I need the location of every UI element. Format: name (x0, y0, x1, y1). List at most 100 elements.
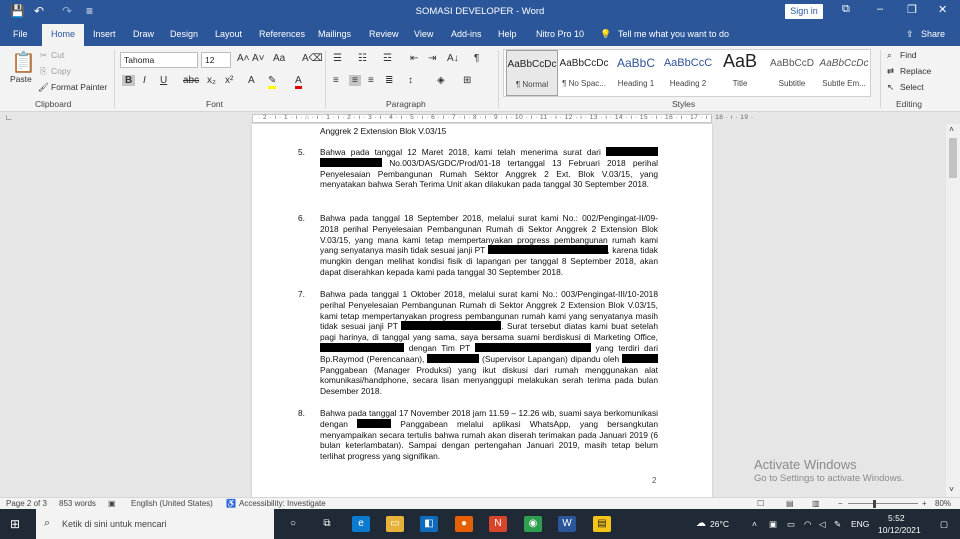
sign-in-button[interactable]: Sign in (785, 4, 823, 19)
style-subtitle[interactable]: AaBbCcD Subtitle (766, 50, 818, 96)
highlight-icon[interactable]: ✎ (268, 75, 277, 89)
line-spacing-icon[interactable]: ↕ (408, 75, 413, 86)
zoom-in-icon[interactable]: + (922, 499, 927, 508)
tray-expand-icon[interactable]: ˄ (752, 519, 757, 529)
wifi-icon[interactable]: ◠ (804, 519, 811, 530)
tab-references[interactable]: References (259, 29, 305, 39)
show-formatting-icon[interactable]: ¶ (474, 53, 479, 64)
task-view-icon[interactable]: ⧉ (318, 516, 336, 532)
sort-icon[interactable]: A↓ (447, 53, 459, 64)
zoom-slider[interactable] (848, 503, 918, 504)
minimize-icon[interactable]: – (877, 3, 883, 15)
font-name-combo[interactable]: Tahoma (120, 52, 198, 68)
sticky-notes-icon[interactable]: ▤ (593, 516, 611, 532)
italic-icon[interactable]: I (143, 75, 146, 86)
multilevel-list-icon[interactable]: ☲ (383, 53, 392, 64)
format-painter-icon[interactable]: 🖌 (38, 82, 49, 93)
change-case-icon[interactable]: Aa (273, 53, 285, 64)
tab-file[interactable]: File (13, 29, 28, 39)
store-icon[interactable]: ◧ (420, 516, 438, 532)
nitro-icon[interactable]: N (489, 516, 507, 532)
tab-design[interactable]: Design (170, 29, 198, 39)
tab-view[interactable]: View (414, 29, 433, 39)
windows-start-icon[interactable]: ⊞ (10, 517, 20, 531)
close-icon[interactable]: ✕ (938, 3, 947, 16)
style-title[interactable]: AaB Title (714, 50, 766, 96)
shading-icon[interactable]: ◈ (437, 75, 445, 86)
tab-selector-icon[interactable]: ∟ (5, 113, 13, 122)
chrome-icon[interactable]: ◉ (524, 516, 542, 532)
tab-nitro[interactable]: Nitro Pro 10 (536, 29, 584, 39)
weather-temp[interactable]: 26°C (710, 519, 729, 529)
replace-button[interactable]: Replace (900, 66, 931, 76)
zoom-out-icon[interactable]: − (838, 499, 843, 508)
word-count[interactable]: 853 words (59, 499, 96, 508)
page-indicator[interactable]: Page 2 of 3 (6, 499, 47, 508)
align-center-icon[interactable]: ≡ (349, 75, 361, 86)
scroll-up-icon[interactable]: ˄ (949, 124, 954, 134)
find-button[interactable]: Find (900, 50, 917, 60)
battery-icon[interactable]: ▭ (787, 519, 795, 530)
font-size-combo[interactable]: 12 (201, 52, 231, 68)
vertical-scrollbar[interactable]: ˄ ˅ (946, 124, 960, 497)
tab-draw[interactable]: Draw (133, 29, 154, 39)
style-subtle-emphasis[interactable]: AaBbCcDc Subtle Em... (818, 50, 870, 96)
replace-icon[interactable]: ⇄ (887, 66, 894, 77)
pen-icon[interactable]: ✎ (834, 519, 841, 530)
tab-mailings[interactable]: Mailings (318, 29, 351, 39)
bullets-icon[interactable]: ☰ (333, 53, 342, 64)
tab-insert[interactable]: Insert (93, 29, 116, 39)
accessibility-status[interactable]: Accessibility: Investigate (239, 499, 326, 508)
cut-button[interactable]: Cut (51, 50, 64, 60)
cortana-icon[interactable]: ○ (284, 516, 302, 532)
tab-layout[interactable]: Layout (215, 29, 242, 39)
borders-icon[interactable]: ⊞ (463, 75, 471, 86)
print-layout-icon[interactable]: ▤ (786, 499, 794, 508)
word-icon[interactable]: W (558, 516, 576, 532)
style-heading-1[interactable]: AaBbC Heading 1 (610, 50, 662, 96)
align-right-icon[interactable]: ≡ (368, 75, 374, 86)
align-left-icon[interactable]: ≡ (333, 75, 339, 86)
focus-icon[interactable]: ☐ (757, 499, 764, 508)
tab-home[interactable]: Home (42, 24, 85, 46)
scroll-thumb[interactable] (949, 138, 957, 178)
search-input[interactable]: Ketik di sini untuk mencari (62, 519, 167, 529)
paste-button[interactable]: Paste (10, 74, 32, 84)
select-icon[interactable]: ↖ (887, 82, 894, 93)
superscript-icon[interactable]: x² (225, 75, 233, 86)
maximize-icon[interactable]: ❐ (907, 3, 917, 16)
network-icon[interactable]: ▣ (769, 519, 777, 530)
document-page[interactable]: Anggrek 2 Extension Blok V.03/15 5. Bahwa… (252, 124, 712, 497)
clock-date[interactable]: 10/12/2021 (878, 525, 921, 535)
decrease-indent-icon[interactable]: ⇤ (410, 53, 418, 64)
strikethrough-icon[interactable]: abc (183, 75, 199, 86)
increase-indent-icon[interactable]: ⇥ (428, 53, 436, 64)
bold-icon[interactable]: B (122, 75, 136, 86)
edge-icon[interactable]: e (352, 516, 370, 532)
taskbar-search[interactable]: ⌕ Ketik di sini untuk mencari (36, 509, 274, 539)
proofing-icon[interactable]: ▣ (108, 499, 116, 508)
subscript-icon[interactable]: x₂ (207, 75, 216, 86)
text-effects-icon[interactable]: A (248, 75, 255, 86)
notifications-icon[interactable]: ▢ (940, 519, 948, 530)
tab-review[interactable]: Review (369, 29, 399, 39)
language-indicator[interactable]: English (United States) (131, 499, 213, 508)
cut-icon[interactable]: ✂ (40, 50, 47, 61)
style-normal[interactable]: AaBbCcDc ¶ Normal (506, 50, 558, 96)
numbering-icon[interactable]: ☷ (358, 53, 367, 64)
paste-icon[interactable]: 📋 (11, 50, 36, 75)
copy-button[interactable]: Copy (51, 66, 71, 76)
tell-me-box[interactable]: Tell me what you want to do (618, 29, 729, 39)
grow-font-icon[interactable]: A˄ (237, 53, 250, 64)
zoom-slider-thumb[interactable] (873, 500, 876, 508)
underline-icon[interactable]: U (160, 75, 167, 86)
ribbon-display-icon[interactable]: ⧉ (842, 3, 850, 16)
shrink-font-icon[interactable]: A˅ (252, 53, 265, 64)
share-button[interactable]: Share (921, 29, 945, 39)
file-explorer-icon[interactable]: ▭ (386, 516, 404, 532)
firefox-icon[interactable]: ● (455, 516, 473, 532)
copy-icon[interactable]: ⎘ (40, 66, 47, 77)
find-icon[interactable]: ⌕ (887, 50, 892, 61)
tab-add-ins[interactable]: Add-ins (451, 29, 482, 39)
zoom-level[interactable]: 80% (935, 499, 951, 508)
